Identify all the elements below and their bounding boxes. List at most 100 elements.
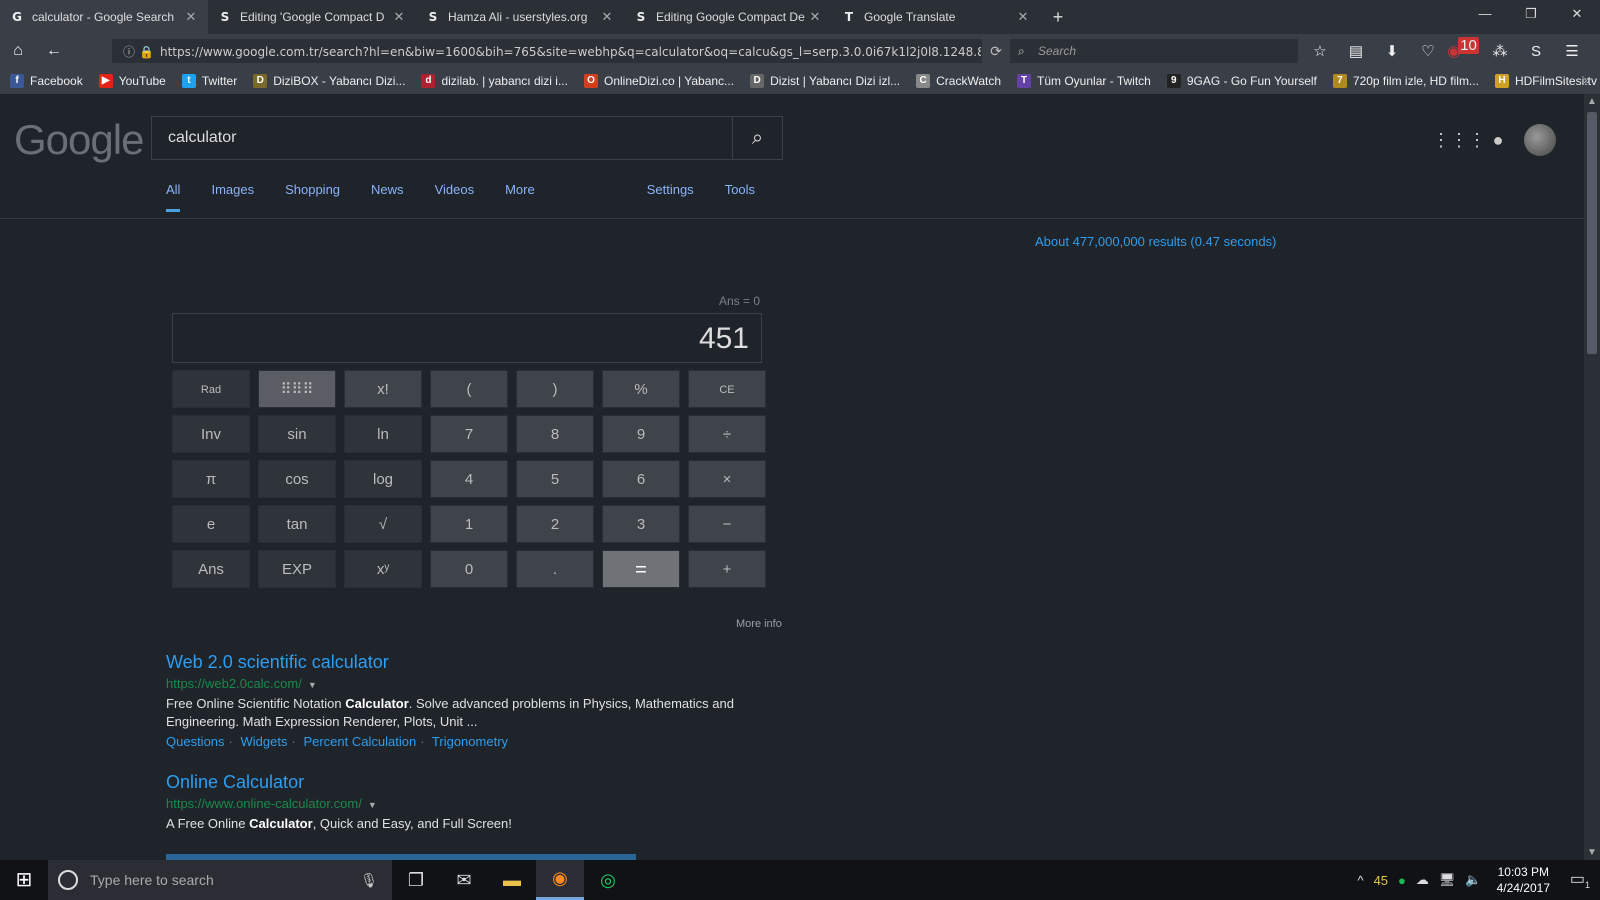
- stylish-icon[interactable]: S: [1518, 43, 1554, 60]
- avatar[interactable]: [1524, 124, 1556, 156]
- more-info-link[interactable]: More info: [736, 618, 782, 630]
- tab-close-icon[interactable]: ✕: [184, 9, 198, 25]
- tray-app-number[interactable]: 45: [1374, 873, 1388, 888]
- extension-icon[interactable]: ⁂: [1482, 42, 1518, 60]
- mail-icon[interactable]: ✉: [440, 860, 488, 900]
- tab-close-icon[interactable]: ✕: [1016, 9, 1030, 25]
- calc-key[interactable]: .: [516, 550, 594, 588]
- calc-key[interactable]: Rad: [172, 370, 250, 408]
- result-title-link[interactable]: Online Calculator: [166, 772, 746, 793]
- calc-key[interactable]: √: [344, 505, 422, 543]
- calc-key[interactable]: CE: [688, 370, 766, 408]
- calc-key[interactable]: 3: [602, 505, 680, 543]
- calc-key[interactable]: 8: [516, 415, 594, 453]
- bookmark-item[interactable]: O OnlineDizi.co | Yabanc...: [583, 74, 734, 88]
- library-icon[interactable]: ▤: [1338, 42, 1374, 60]
- bookmark-item[interactable]: C CrackWatch: [916, 74, 1001, 88]
- bookmark-item[interactable]: f Facebook: [10, 74, 83, 88]
- close-window-icon[interactable]: ✕: [1554, 0, 1600, 30]
- windows-start-icon[interactable]: ⊞: [0, 860, 48, 900]
- calc-key[interactable]: 9: [602, 415, 680, 453]
- sitelink-trigonometry[interactable]: Trigonometry: [432, 734, 508, 749]
- ublock-icon[interactable]: ◉10: [1446, 37, 1482, 60]
- back-arrow-icon[interactable]: ←: [36, 42, 72, 60]
- bookmarks-overflow-icon[interactable]: »: [1583, 73, 1590, 87]
- volume-icon[interactable]: 🔈: [1465, 872, 1481, 888]
- calc-key[interactable]: 6: [602, 460, 680, 498]
- calc-key[interactable]: 4: [430, 460, 508, 498]
- pocket-icon[interactable]: ♡: [1410, 42, 1446, 60]
- tab-news[interactable]: News: [371, 174, 404, 212]
- restore-icon[interactable]: ❐: [1508, 0, 1554, 30]
- calc-key[interactable]: EXP: [258, 550, 336, 588]
- calc-key[interactable]: 7: [430, 415, 508, 453]
- minimize-icon[interactable]: —: [1462, 0, 1508, 30]
- calc-key[interactable]: x!: [344, 370, 422, 408]
- tab-more[interactable]: More: [505, 174, 535, 212]
- google-logo[interactable]: Google: [14, 116, 144, 164]
- tab-shopping[interactable]: Shopping: [285, 174, 340, 212]
- new-tab-plus-icon[interactable]: +: [1040, 0, 1076, 34]
- reload-icon[interactable]: ⟳: [982, 34, 1010, 68]
- tab-settings[interactable]: Settings: [647, 174, 694, 212]
- calc-key[interactable]: e: [172, 505, 250, 543]
- calc-key[interactable]: sin: [258, 415, 336, 453]
- caret-down-icon[interactable]: ▼: [308, 680, 317, 690]
- calc-key[interactable]: 1: [430, 505, 508, 543]
- calc-key[interactable]: ×: [688, 460, 766, 498]
- sitelink-percent-calculation[interactable]: Percent Calculation: [303, 734, 416, 749]
- bookmark-star-icon[interactable]: ☆: [1302, 42, 1338, 60]
- bookmark-item[interactable]: 9 9GAG - Go Fun Yourself: [1166, 74, 1317, 88]
- calc-key[interactable]: %: [602, 370, 680, 408]
- tab-all[interactable]: All: [166, 174, 181, 212]
- firefox-icon[interactable]: ◉: [536, 860, 584, 900]
- action-center-icon[interactable]: ▭1: [1560, 869, 1600, 890]
- caret-down-icon[interactable]: ▼: [368, 800, 377, 810]
- search-input[interactable]: [152, 117, 732, 159]
- apps-grid-icon[interactable]: ⋮⋮⋮: [1432, 130, 1486, 151]
- calc-key[interactable]: +: [688, 550, 766, 588]
- task-view-icon[interactable]: ❐: [392, 860, 440, 900]
- bookmark-item[interactable]: t Twitter: [181, 74, 237, 88]
- calc-key[interactable]: ): [516, 370, 594, 408]
- whatsapp-icon[interactable]: ◎: [584, 860, 632, 900]
- scroll-down-icon[interactable]: ▼: [1584, 847, 1600, 858]
- info-icon[interactable]: ⓘ: [123, 45, 135, 59]
- tab-close-icon[interactable]: ✕: [392, 9, 406, 25]
- tab-images[interactable]: Images: [211, 174, 254, 212]
- bookmark-item[interactable]: 7 720p film izle, HD film...: [1332, 74, 1479, 88]
- download-icon[interactable]: ⬇: [1374, 42, 1410, 60]
- calc-key[interactable]: log: [344, 460, 422, 498]
- file-explorer-icon[interactable]: ▬: [488, 860, 536, 900]
- calc-key[interactable]: 0: [430, 550, 508, 588]
- calc-key[interactable]: Ans: [172, 550, 250, 588]
- search-button[interactable]: ⌕: [732, 117, 782, 159]
- calc-key[interactable]: cos: [258, 460, 336, 498]
- tab-close-icon[interactable]: ✕: [600, 9, 614, 25]
- calc-key[interactable]: ln: [344, 415, 422, 453]
- tab-tools[interactable]: Tools: [725, 174, 755, 212]
- tab-calculator-search[interactable]: G calculator - Google Search ✕: [0, 0, 208, 34]
- onedrive-cloud-icon[interactable]: ☁: [1416, 872, 1429, 888]
- tab-editing-compact-1[interactable]: S Editing 'Google Compact D ✕: [208, 0, 416, 34]
- calc-key[interactable]: (: [430, 370, 508, 408]
- network-icon[interactable]: 🖥: [1439, 872, 1456, 888]
- scroll-thumb[interactable]: [1587, 112, 1597, 354]
- notifications-bell-icon[interactable]: ●: [1476, 130, 1520, 151]
- tab-videos[interactable]: Videos: [435, 174, 475, 212]
- calc-keyboard-icon[interactable]: ⠿⠿⠿: [258, 370, 336, 408]
- clock[interactable]: 10:03 PM 4/24/2017: [1497, 864, 1550, 896]
- result-title-link[interactable]: Web 2.0 scientific calculator: [166, 652, 746, 673]
- url-bar[interactable]: ⓘ 🔒 https://www.google.com.tr/search?hl=en…: [112, 39, 982, 63]
- tray-expand-icon[interactable]: ^: [1357, 873, 1363, 888]
- tab-close-icon[interactable]: ✕: [808, 9, 822, 25]
- browser-search-input[interactable]: ⌕ Search: [1010, 39, 1298, 63]
- calc-key[interactable]: π: [172, 460, 250, 498]
- microphone-icon[interactable]: 🎙: [360, 872, 378, 889]
- bookmark-item[interactable]: d dizilab. | yabancı dizi i...: [421, 74, 568, 88]
- bookmark-item[interactable]: T Tüm Oyunlar - Twitch: [1017, 74, 1151, 88]
- calc-key[interactable]: =: [602, 550, 680, 588]
- bookmark-item[interactable]: D DiziBOX - Yabancı Dizi...: [253, 74, 405, 88]
- calc-key[interactable]: ÷: [688, 415, 766, 453]
- calc-key[interactable]: 2: [516, 505, 594, 543]
